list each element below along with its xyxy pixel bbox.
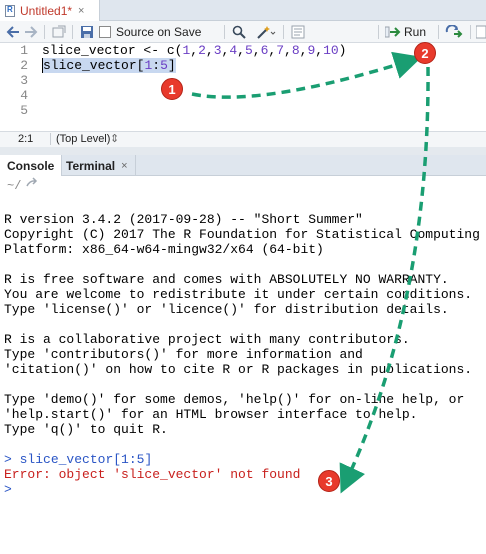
console-line: Type 'contributors()' for more informati… [4,347,363,362]
code-line-1[interactable]: slice_vector <- c(1,2,3,4,5,6,7,8,9,10) [42,43,346,58]
number-literal: 3 [213,43,222,58]
run-button[interactable]: Run [385,24,426,40]
selected-code: slice_vector[1:5] [42,58,176,73]
annotation-marker-3: 3 [318,470,340,492]
console-line: Type 'license()' or 'licence()' for dist… [4,302,449,317]
number-literal: 2 [198,43,206,58]
console-prompt: > [4,452,12,467]
close-icon[interactable]: × [78,5,84,17]
console-error: Error: object 'slice_vector' not found [4,467,301,482]
show-in-window-icon[interactable] [52,24,66,40]
working-directory: ~/ [7,179,22,193]
source-editor[interactable]: 1 2 3 4 5 slice_vector <- c(1,2,3,4,5,6,… [0,43,486,131]
toolbar-divider [438,25,439,39]
toolbar-divider [470,25,471,39]
toolbar-divider [224,25,225,39]
source-icon[interactable] [476,24,486,40]
pane-splitter[interactable] [0,147,486,155]
go-to-directory-icon[interactable] [26,177,38,192]
console-line: You are welcome to redistribute it under… [4,287,473,302]
forward-arrow-icon[interactable] [24,24,38,40]
chevron-down-icon[interactable]: ⇕ [110,132,119,145]
cursor-position: 2:1 [18,133,34,145]
console-line: Type 'demo()' for some demos, 'help()' f… [4,392,465,407]
line-number: 1 [20,43,28,58]
code-text: ) [338,43,347,58]
toolbar-divider [50,133,51,145]
scope-selector[interactable]: (Top Level) [56,133,110,145]
outline-icon[interactable] [291,24,305,40]
console-line: Type 'q()' to quit R. [4,422,168,437]
console-tab-bar: Console Terminal × [0,155,486,176]
toolbar-divider [72,25,73,39]
line-number: 4 [20,88,28,103]
number-literal: 5 [160,58,168,73]
toolbar-divider [378,25,379,39]
number-literal: 1 [182,43,191,58]
number-literal: 6 [260,43,269,58]
save-icon[interactable] [80,24,94,40]
toolbar-divider [283,25,284,39]
back-arrow-icon[interactable] [6,24,20,40]
tab-console-label: Console [7,158,55,173]
code-line-2[interactable]: slice_vector[1:5] [42,58,176,73]
editor-tab-untitled1[interactable]: Untitled1* × [0,0,100,21]
search-icon[interactable] [232,24,246,40]
editor-tab-bar: Untitled1* × [0,0,486,21]
editor-status-bar: 2:1 (Top Level) ⇕ [0,131,486,147]
console-line: Copyright (C) 2017 The R Foundation for … [4,227,480,242]
code-text: slice_vector <- c( [42,43,183,58]
toolbar-divider [44,25,45,39]
tab-console[interactable]: Console [0,155,63,176]
console-line: R is a collaborative project with many c… [4,332,410,347]
number-literal: 7 [276,43,284,58]
r-file-icon [5,4,15,17]
annotation-marker-1: 1 [161,78,183,100]
line-number: 5 [20,103,28,118]
code-text: : [152,58,161,73]
editor-tab-label: Untitled1* [20,3,73,18]
console-line: R version 3.4.2 (2017-09-28) -- "Short S… [4,212,363,227]
editor-toolbar: Source on Save Run [0,21,486,43]
number-literal: 4 [229,43,238,58]
console-line: R is free software and comes with ABSOLU… [4,272,449,287]
rerun-icon[interactable] [445,24,463,40]
line-number: 3 [20,73,28,88]
console-line: Platform: x86_64-w64-mingw32/x64 (64-bit… [4,242,324,257]
tab-terminal[interactable]: Terminal × [59,155,136,176]
annotation-marker-2: 2 [414,42,436,64]
console-line: 'help.start()' for an HTML browser inter… [4,407,418,422]
number-literal: 9 [307,43,316,58]
console-line: 'citation()' on how to cite R or R packa… [4,362,473,377]
source-on-save-checkbox[interactable] [99,24,111,40]
number-literal: 8 [291,43,300,58]
line-number: 2 [20,58,28,73]
console-path-bar: ~/ [0,176,486,196]
tab-terminal-label: Terminal [66,158,116,173]
console-prompt-input[interactable]: > [4,482,12,497]
console-command: slice_vector[1:5] [19,452,153,467]
code-text: ] [167,58,176,73]
source-on-save-label: Source on Save [116,25,202,39]
number-literal: 10 [323,43,339,58]
number-literal: 5 [244,43,253,58]
close-icon[interactable]: × [121,160,127,172]
run-label: Run [404,25,427,39]
magic-wand-icon[interactable] [256,24,276,40]
code-text: slice_vector [43,58,137,73]
console-input-line: > slice_vector[1:5] [4,452,152,467]
run-arrow-icon [385,26,401,38]
